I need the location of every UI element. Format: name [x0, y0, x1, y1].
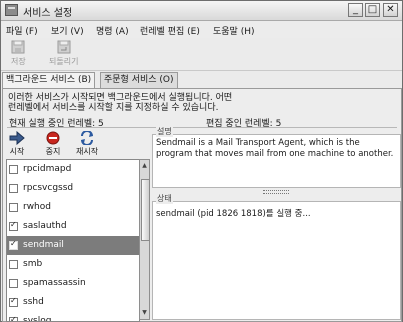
stop-icon	[45, 131, 61, 145]
scrollbar-thumb[interactable]	[141, 179, 150, 241]
start-label: 시작	[9, 147, 25, 156]
restart-icon	[79, 130, 95, 146]
scroll-up-icon[interactable]: ▲	[141, 161, 148, 171]
start-button[interactable]: 시작	[9, 130, 25, 157]
menu-edit-runlevel[interactable]: 런레벨 편집 (E)	[140, 24, 200, 37]
menu-file[interactable]: 파일 (F)	[6, 24, 38, 37]
toolbar: 저장 되돌리기	[1, 38, 402, 71]
service-name: saslauthd	[23, 221, 67, 231]
service-checkbox[interactable]	[9, 184, 18, 193]
list-item[interactable]: saslauthd	[7, 217, 139, 236]
service-list[interactable]: rpcidmapd rpcsvcgssd rwhod saslauthd sen…	[6, 159, 140, 322]
status-label: 상태	[156, 193, 173, 204]
maximize-button[interactable]: □	[365, 3, 380, 17]
window-title: 서비스 설정	[23, 8, 73, 19]
service-name: smb	[23, 259, 43, 269]
service-checkbox[interactable]	[9, 315, 18, 321]
restart-label: 재시작	[76, 147, 99, 156]
close-button[interactable]: ✕	[383, 3, 398, 17]
tab-ondemand-services[interactable]: 주문형 서비스 (O)	[100, 72, 178, 88]
menu-bar: 파일 (F) 보기 (V) 명령 (A) 런레벨 편집 (E) 도움말 (H)	[1, 21, 402, 38]
service-name: syslog	[23, 316, 52, 322]
list-item[interactable]: rpcsvcgssd	[7, 179, 139, 198]
pane-resize-grip[interactable]	[263, 190, 289, 194]
service-name: sshd	[23, 297, 44, 307]
menu-actions[interactable]: 명령 (A)	[96, 24, 129, 37]
stop-button[interactable]: 중지	[45, 131, 61, 157]
list-item[interactable]: smb	[7, 255, 139, 274]
tab-strip: 백그라운드 서비스 (B) 주문형 서비스 (O)	[1, 72, 402, 89]
description-frame: 설명 Sendmail is a Mail Transport Agent, w…	[152, 126, 401, 188]
list-item[interactable]: rwhod	[7, 198, 139, 217]
stop-label: 중지	[45, 147, 61, 156]
service-checkbox[interactable]	[9, 203, 18, 212]
description-label: 설명	[156, 126, 173, 137]
revert-label: 되돌리기	[49, 57, 79, 66]
menu-view[interactable]: 보기 (V)	[51, 24, 84, 37]
service-checkbox[interactable]	[9, 279, 18, 288]
window-menu-icon[interactable]	[5, 4, 18, 16]
menu-help[interactable]: 도움말 (H)	[213, 24, 255, 37]
revert-button[interactable]: 되돌리기	[49, 40, 78, 67]
panel-description: 이러한 서비스가 시작되면 백그라운드에서 실행됩니다. 어떤 런레벨에서 서비…	[8, 93, 232, 113]
service-checkbox[interactable]	[9, 220, 18, 231]
save-icon	[11, 40, 25, 54]
minimize-button[interactable]: _	[348, 3, 363, 17]
list-item[interactable]: spamassassin	[7, 274, 139, 293]
list-item-selected[interactable]: sendmail	[7, 236, 139, 255]
service-status: sendmail (pid 1826 1818)를 실행 중...	[156, 209, 311, 219]
list-item[interactable]: sshd	[7, 293, 139, 312]
description-line-1: 이러한 서비스가 시작되면 백그라운드에서 실행됩니다. 어떤	[8, 93, 233, 103]
service-name: rpcsvcgssd	[23, 183, 74, 193]
service-name: rwhod	[23, 202, 51, 212]
revert-icon	[57, 40, 71, 54]
service-checkbox[interactable]	[9, 165, 18, 174]
tab-background-services[interactable]: 백그라운드 서비스 (B)	[2, 72, 96, 89]
service-checkbox[interactable]	[9, 239, 18, 250]
services-window: 서비스 설정 _ □ ✕ 파일 (F) 보기 (V) 명령 (A) 런레벨 편집…	[0, 0, 403, 322]
service-name: rpcidmapd	[23, 164, 72, 174]
save-button[interactable]: 저장	[11, 40, 26, 67]
description-line-2: 런레벨에서 서비스를 시작할 지를 지정하실 수 있습니다.	[8, 103, 219, 113]
background-services-panel: 이러한 서비스가 시작되면 백그라운드에서 실행됩니다. 어떤 런레벨에서 서비…	[2, 88, 402, 322]
scroll-down-icon[interactable]: ▼	[141, 308, 148, 318]
list-item[interactable]: rpcidmapd	[7, 160, 139, 179]
service-checkbox[interactable]	[9, 296, 18, 307]
list-scrollbar[interactable]: ▲ ▼	[139, 159, 150, 320]
service-description: Sendmail is a Mail Transport Agent, whic…	[156, 138, 394, 159]
list-item[interactable]: syslog	[7, 312, 139, 322]
service-name: spamassassin	[23, 278, 86, 288]
service-name: sendmail	[23, 240, 64, 250]
restart-button[interactable]: 재시작	[76, 130, 99, 157]
service-checkbox[interactable]	[9, 260, 18, 269]
status-frame: 상태 sendmail (pid 1826 1818)를 실행 중...	[152, 193, 401, 320]
start-arrow-icon	[9, 130, 25, 146]
save-label: 저장	[11, 57, 26, 66]
separator	[7, 127, 397, 128]
title-bar: 서비스 설정 _ □ ✕	[1, 1, 402, 21]
